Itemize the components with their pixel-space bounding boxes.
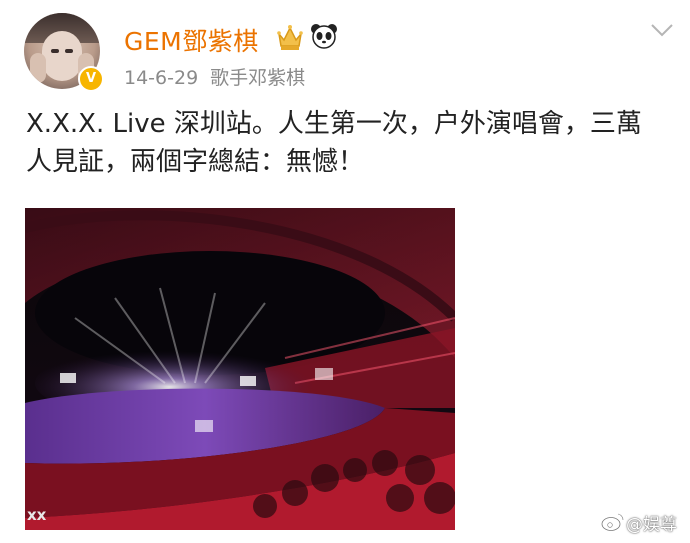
post-date: 14-6-29	[124, 67, 199, 89]
panda-icon	[311, 24, 337, 49]
weibo-logo-icon	[601, 513, 625, 532]
avatar-face	[42, 31, 82, 81]
username[interactable]: GEM鄧紫棋	[124, 22, 259, 58]
crown-icon	[277, 25, 303, 50]
verified-badge-icon: V	[78, 66, 104, 92]
post-meta: 14-6-29 歌手邓紫棋	[124, 63, 305, 90]
post-source[interactable]: 歌手邓紫棋	[210, 67, 305, 89]
concert-photo-graphic	[25, 208, 455, 530]
photo-watermark: xx	[27, 506, 47, 524]
chevron-down-icon[interactable]	[650, 22, 674, 38]
avatar-eye	[65, 49, 73, 53]
post-text: X.X.X. Live 深圳站。人生第一次，户外演唱會，三萬人見証，兩個字總結：…	[26, 109, 642, 177]
avatar-hand	[30, 53, 46, 83]
avatar-eye	[51, 49, 59, 53]
concert-photo[interactable]: xx	[25, 208, 455, 530]
footer-watermark: @娱尊	[626, 515, 677, 535]
